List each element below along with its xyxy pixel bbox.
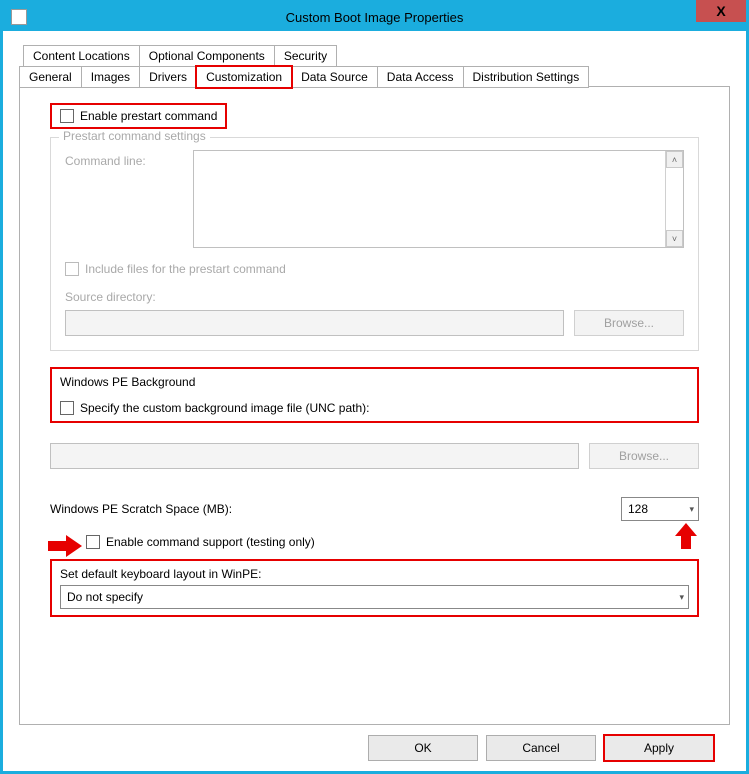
chevron-down-icon: ▾ xyxy=(689,504,694,515)
command-line-textarea: ˄ ˅ xyxy=(193,150,684,248)
specify-bg-checkbox[interactable] xyxy=(60,401,74,415)
highlight-winpe-background: Windows PE Background Specify the custom… xyxy=(50,367,699,423)
bg-path-field xyxy=(50,443,579,469)
tab-optional-components[interactable]: Optional Components xyxy=(139,45,275,67)
arrow-right-marker-icon xyxy=(48,535,82,559)
dialog-footer: OK Cancel Apply xyxy=(19,725,730,761)
chevron-down-icon: ▾ xyxy=(679,592,684,603)
scroll-up-icon: ˄ xyxy=(666,151,683,168)
tabstrip: Content Locations Optional Components Se… xyxy=(19,45,730,87)
enable-prestart-checkbox[interactable] xyxy=(60,109,74,123)
enable-cmd-support-label: Enable command support (testing only) xyxy=(106,535,315,549)
tab-customization[interactable]: Customization xyxy=(196,66,292,88)
cancel-button[interactable]: Cancel xyxy=(486,735,596,761)
keyboard-layout-label: Set default keyboard layout in WinPE: xyxy=(60,567,689,581)
command-line-label: Command line: xyxy=(65,150,185,168)
command-line-scrollbar: ˄ ˅ xyxy=(665,151,683,247)
dialog-window: Custom Boot Image Properties X Content L… xyxy=(0,0,749,774)
tab-row-1: Content Locations Optional Components Se… xyxy=(23,45,336,67)
prestart-settings-group: Prestart command settings Command line: … xyxy=(50,137,699,351)
tab-data-access[interactable]: Data Access xyxy=(377,66,464,88)
scratch-space-select[interactable]: 128 ▾ xyxy=(621,497,699,521)
scroll-down-icon: ˅ xyxy=(666,230,683,247)
tab-security[interactable]: Security xyxy=(274,45,337,67)
scratch-space-value: 128 xyxy=(628,502,648,516)
tab-drivers[interactable]: Drivers xyxy=(139,66,197,88)
source-dir-label: Source directory: xyxy=(65,290,684,304)
window-title: Custom Boot Image Properties xyxy=(3,10,746,25)
browse-bg-button: Browse... xyxy=(589,443,699,469)
winpe-bg-legend: Windows PE Background xyxy=(60,375,689,389)
ok-button[interactable]: OK xyxy=(368,735,478,761)
tab-distribution-settings[interactable]: Distribution Settings xyxy=(463,66,590,88)
keyboard-layout-value: Do not specify xyxy=(67,590,143,604)
browse-source-button: Browse... xyxy=(574,310,684,336)
tab-content-locations[interactable]: Content Locations xyxy=(23,45,140,67)
highlight-keyboard-layout: Set default keyboard layout in WinPE: Do… xyxy=(50,559,699,617)
specify-bg-label: Specify the custom background image file… xyxy=(80,401,369,415)
enable-prestart-label: Enable prestart command xyxy=(80,109,217,123)
tab-images[interactable]: Images xyxy=(81,66,140,88)
scratch-space-label: Windows PE Scratch Space (MB): xyxy=(50,502,232,516)
close-button[interactable]: X xyxy=(696,0,746,22)
enable-cmd-support-checkbox[interactable] xyxy=(86,535,100,549)
include-files-label: Include files for the prestart command xyxy=(85,262,286,276)
highlight-enable-prestart: Enable prestart command xyxy=(50,103,227,129)
titlebar: Custom Boot Image Properties X xyxy=(3,3,746,31)
include-files-checkbox xyxy=(65,262,79,276)
tab-panel-customization: Enable prestart command Prestart command… xyxy=(19,86,730,725)
close-icon: X xyxy=(716,3,725,19)
client-area: Content Locations Optional Components Se… xyxy=(3,31,746,771)
keyboard-layout-select[interactable]: Do not specify ▾ xyxy=(60,585,689,609)
apply-button[interactable]: Apply xyxy=(604,735,714,761)
tab-row-2: General Images Drivers Customization Dat… xyxy=(19,66,588,88)
source-dir-field xyxy=(65,310,564,336)
tab-general[interactable]: General xyxy=(19,66,82,88)
tab-data-source[interactable]: Data Source xyxy=(291,66,378,88)
prestart-settings-legend: Prestart command settings xyxy=(59,129,210,143)
